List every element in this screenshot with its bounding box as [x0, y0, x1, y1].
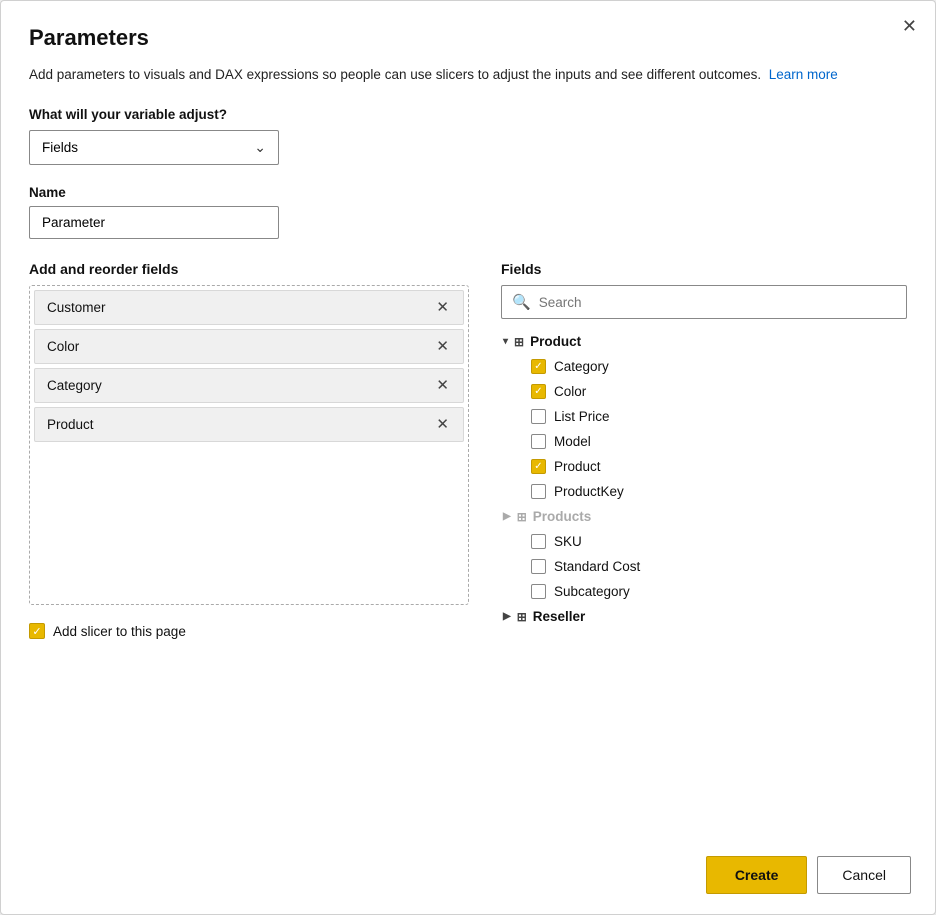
product-expand-icon: ▾ [503, 336, 508, 347]
products-expand-icon: ▶ [503, 511, 511, 522]
field-name-category: Category [47, 378, 102, 393]
cancel-button[interactable]: Cancel [817, 856, 911, 894]
remove-category-button[interactable]: ✕ [434, 378, 451, 393]
reseller-group-label: Reseller [533, 609, 586, 624]
create-button[interactable]: Create [706, 856, 808, 894]
variable-dropdown[interactable]: Fields ⌄ [29, 130, 279, 165]
color-label: Color [554, 384, 586, 399]
tree-item-product: ✓ Product [529, 454, 903, 479]
fields-section-label: Fields [501, 261, 907, 277]
remove-customer-button[interactable]: ✕ [434, 300, 451, 315]
remove-product-button[interactable]: ✕ [434, 417, 451, 432]
color-checkbox[interactable]: ✓ [531, 384, 546, 399]
reseller-table-icon: ⊞ [517, 610, 527, 624]
parameters-dialog: ✕ Parameters Add parameters to visuals a… [0, 0, 936, 915]
name-label: Name [29, 185, 907, 200]
category-checkbox[interactable]: ✓ [531, 359, 546, 374]
list-price-checkbox[interactable] [531, 409, 546, 424]
name-input[interactable] [29, 206, 279, 239]
product-checkbox[interactable]: ✓ [531, 459, 546, 474]
tree-item-standard-cost: Standard Cost [529, 554, 903, 579]
field-name-product: Product [47, 417, 94, 432]
standard-cost-checkbox[interactable] [531, 559, 546, 574]
close-button[interactable]: ✕ [902, 17, 917, 35]
list-item: Color ✕ [34, 329, 464, 364]
productkey-label: ProductKey [554, 484, 624, 499]
tree-item-sku: SKU [529, 529, 903, 554]
fields-tree: ▾ ⊞ Product ✓ Category ✓ Color [501, 329, 907, 629]
add-slicer-checkbox[interactable]: ✓ [29, 623, 45, 639]
products-group-label: Products [533, 509, 592, 524]
sku-checkbox[interactable] [531, 534, 546, 549]
reseller-group-header[interactable]: ▶ ⊞ Reseller [501, 604, 903, 629]
product-items: ✓ Category ✓ Color List Price [529, 354, 903, 504]
list-item: Product ✕ [34, 407, 464, 442]
product-group-label: Product [530, 334, 581, 349]
reseller-expand-icon: ▶ [503, 611, 511, 622]
field-name-customer: Customer [47, 300, 106, 315]
products-group-header[interactable]: ▶ ⊞ Products [501, 504, 903, 529]
learn-more-link[interactable]: Learn more [769, 67, 838, 82]
dropdown-value: Fields [42, 140, 78, 155]
products-sub-items: SKU Standard Cost Subcategory [529, 529, 903, 604]
left-column: Add and reorder fields Customer ✕ Color … [29, 261, 469, 639]
search-box: 🔍 [501, 285, 907, 319]
search-input[interactable] [539, 295, 896, 310]
tree-item-list-price: List Price [529, 404, 903, 429]
tree-item-color: ✓ Color [529, 379, 903, 404]
model-checkbox[interactable] [531, 434, 546, 449]
two-col-layout: Add and reorder fields Customer ✕ Color … [29, 261, 907, 639]
add-reorder-label: Add and reorder fields [29, 261, 469, 277]
tree-item-category: ✓ Category [529, 354, 903, 379]
sku-label: SKU [554, 534, 582, 549]
subcategory-checkbox[interactable] [531, 584, 546, 599]
list-item: Category ✕ [34, 368, 464, 403]
dialog-footer: Create Cancel [706, 856, 911, 894]
dialog-description: Add parameters to visuals and DAX expres… [29, 65, 907, 85]
field-name-color: Color [47, 339, 79, 354]
dialog-title: Parameters [29, 25, 907, 51]
product-group-header[interactable]: ▾ ⊞ Product [501, 329, 903, 354]
product-table-icon: ⊞ [514, 335, 524, 349]
add-slicer-row: ✓ Add slicer to this page [29, 623, 469, 639]
products-table-icon: ⊞ [517, 510, 527, 524]
list-item: Customer ✕ [34, 290, 464, 325]
chevron-down-icon: ⌄ [254, 139, 266, 156]
standard-cost-label: Standard Cost [554, 559, 640, 574]
subcategory-label: Subcategory [554, 584, 630, 599]
fields-list-container: Customer ✕ Color ✕ Category ✕ Product ✕ [29, 285, 469, 605]
model-label: Model [554, 434, 591, 449]
tree-item-productkey: ProductKey [529, 479, 903, 504]
list-price-label: List Price [554, 409, 610, 424]
search-icon: 🔍 [512, 293, 531, 311]
variable-label: What will your variable adjust? [29, 107, 907, 122]
category-label: Category [554, 359, 609, 374]
add-slicer-label: Add slicer to this page [53, 624, 186, 639]
right-column: Fields 🔍 ▾ ⊞ Product ✓ Category [501, 261, 907, 629]
productkey-checkbox[interactable] [531, 484, 546, 499]
tree-item-model: Model [529, 429, 903, 454]
tree-item-subcategory: Subcategory [529, 579, 903, 604]
product-label: Product [554, 459, 601, 474]
remove-color-button[interactable]: ✕ [434, 339, 451, 354]
